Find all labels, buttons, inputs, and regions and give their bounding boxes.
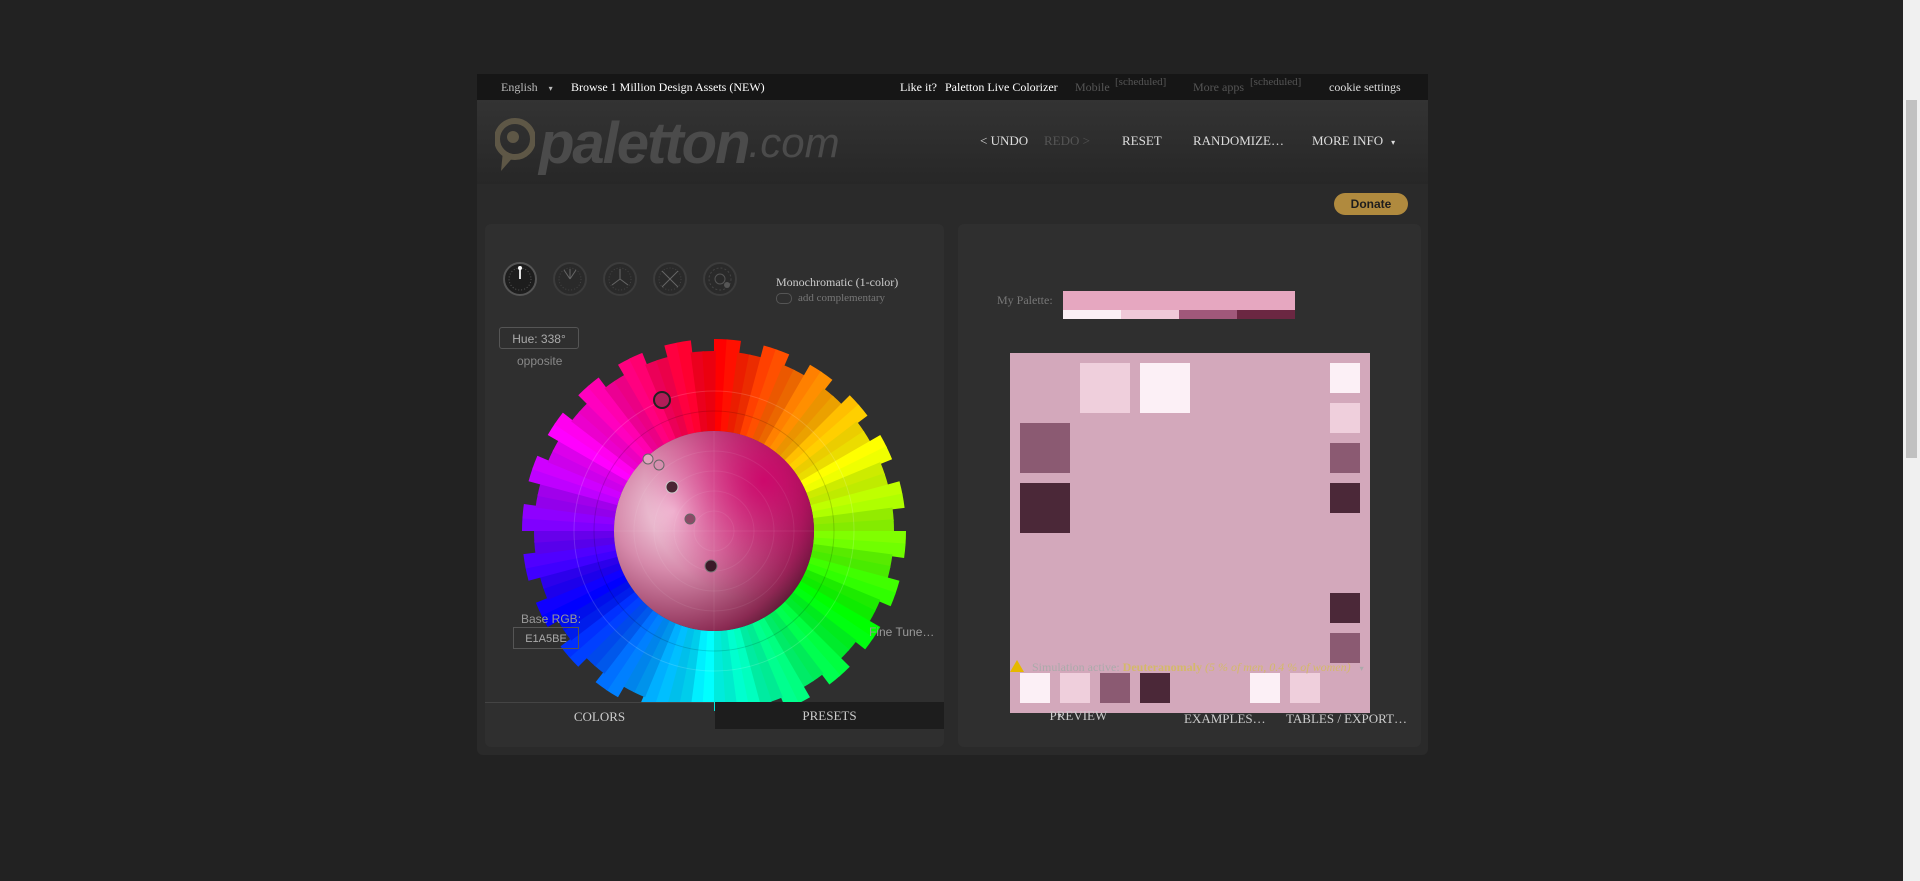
mobile-scheduled-tag: [scheduled]: [1115, 76, 1167, 88]
preview-swatch: [1080, 363, 1130, 413]
scheme-name: Monochromatic (1-color): [776, 275, 899, 289]
palette-preview[interactable]: [1010, 353, 1370, 713]
undo-button[interactable]: < UNDO: [980, 133, 1028, 149]
add-complementary-label: add complementary: [798, 292, 886, 304]
simulation-name: Deuteranomaly: [1122, 660, 1202, 674]
preview-swatch: [1290, 673, 1320, 703]
preview-swatch: [1020, 423, 1070, 473]
likeit-label: Like it?: [900, 80, 937, 94]
paletton-logo[interactable]: paletton .com: [494, 108, 840, 178]
palette-segment[interactable]: [1237, 310, 1295, 319]
shade-dot-1[interactable]: [642, 453, 654, 465]
preview-swatch: [1330, 443, 1360, 473]
base-rgb-label: Base RGB:: [521, 612, 582, 626]
tab-presets[interactable]: PRESETS: [715, 702, 944, 729]
mobile-link[interactable]: Mobile: [1075, 80, 1110, 95]
language-label: English: [501, 80, 538, 94]
preview-swatch: [1250, 673, 1280, 703]
preview-swatch: [1330, 593, 1360, 623]
palette-segment[interactable]: [1179, 310, 1237, 319]
my-palette-bar[interactable]: [1063, 291, 1295, 321]
free-style-scheme-icon[interactable]: [703, 262, 737, 296]
simulation-warning[interactable]: Simulation active: Deuteranomaly (5 % of…: [1010, 660, 1364, 675]
palette-segment[interactable]: [1063, 310, 1121, 319]
triad-scheme-icon[interactable]: [603, 262, 637, 296]
preview-swatch: [1330, 483, 1360, 513]
preview-swatch: [1140, 673, 1170, 703]
preview-panel: My Palette: Simulation active: Deuterano…: [958, 224, 1421, 747]
logo-word: paletton: [539, 110, 751, 176]
more-info-button[interactable]: MORE INFO ▾: [1312, 133, 1395, 149]
top-bar: English ▾ Browse 1 Million Design Assets…: [477, 74, 1428, 100]
tab-examples[interactable]: EXAMPLES…: [1184, 705, 1266, 732]
add-complementary-toggle[interactable]: add complementary: [776, 292, 885, 304]
tab-tables-export[interactable]: TABLES / EXPORT…: [1286, 705, 1407, 732]
simulation-detail: (5 % of men, 0.4 % of women): [1204, 660, 1351, 674]
shade-dot-3[interactable]: [665, 480, 679, 494]
reset-button[interactable]: RESET: [1122, 133, 1162, 149]
header: paletton .com < UNDO REDO > RESET RANDOM…: [477, 100, 1428, 184]
shade-dot-2[interactable]: [653, 459, 665, 471]
preview-swatch: [1140, 363, 1190, 413]
redo-button[interactable]: REDO >: [1044, 133, 1090, 149]
palette-main-swatch[interactable]: [1063, 291, 1295, 310]
warning-icon: [1010, 660, 1024, 672]
preview-swatch: [1020, 483, 1070, 533]
tab-colors[interactable]: COLORS: [485, 702, 714, 730]
main-area: Donate Monochromatic (1-color) add compl…: [477, 184, 1428, 755]
color-wheel-panel: Monochromatic (1-color) add complementar…: [485, 224, 944, 747]
logo-dotcom: .com: [748, 119, 840, 166]
left-tabs: COLORS PRESETS: [485, 702, 944, 730]
more-apps-link[interactable]: More apps: [1193, 80, 1244, 95]
donate-button[interactable]: Donate: [1334, 193, 1408, 215]
mono-scheme-icon[interactable]: [503, 262, 537, 296]
base-hue-handle[interactable]: [653, 391, 671, 409]
toggle-icon: [776, 292, 792, 304]
randomize-button[interactable]: RANDOMIZE…: [1193, 133, 1284, 149]
shade-dot-5[interactable]: [704, 559, 718, 573]
more-info-label: MORE INFO: [1312, 133, 1384, 148]
my-palette-label: My Palette:: [997, 293, 1053, 307]
cookie-settings-link[interactable]: cookie settings: [1329, 80, 1401, 95]
simulation-arrow-icon: ▾: [1359, 664, 1364, 673]
more-info-arrow-icon: ▾: [1391, 138, 1396, 147]
shade-dot-4[interactable]: [684, 513, 696, 525]
palette-segment[interactable]: [1121, 310, 1179, 319]
base-rgb-input[interactable]: E1A5BE: [513, 627, 579, 649]
page-scrollbar[interactable]: [1903, 0, 1920, 881]
logo-mark-icon: [494, 117, 536, 171]
browse-assets-link[interactable]: Browse 1 Million Design Assets (NEW): [571, 80, 765, 95]
more-apps-scheduled-tag: [scheduled]: [1250, 76, 1302, 88]
preview-swatch: [1020, 673, 1050, 703]
preview-arrow-icon: ▾: [1057, 711, 1062, 720]
adjacent-scheme-icon[interactable]: [553, 262, 587, 296]
color-wheel[interactable]: [522, 339, 906, 723]
scrollbar-thumb[interactable]: [1906, 100, 1917, 458]
preview-swatch: [1100, 673, 1130, 703]
language-arrow-icon: ▾: [548, 84, 553, 93]
preview-swatch: [1330, 633, 1360, 663]
warning-prefix: Simulation active:: [1032, 660, 1120, 674]
preview-swatch: [1330, 363, 1360, 393]
tetrad-scheme-icon[interactable]: [653, 262, 687, 296]
preview-swatch: [1330, 403, 1360, 433]
language-select[interactable]: English ▾: [501, 80, 553, 95]
paletton-app: English ▾ Browse 1 Million Design Assets…: [477, 74, 1428, 755]
live-colorizer-link[interactable]: Paletton Live Colorizer: [945, 80, 1058, 95]
fine-tune-link[interactable]: Fine Tune…: [869, 625, 934, 639]
preview-swatch: [1060, 673, 1090, 703]
right-tabs: PREVIEW ▾ EXAMPLES… TABLES / EXPORT…: [958, 702, 1421, 729]
